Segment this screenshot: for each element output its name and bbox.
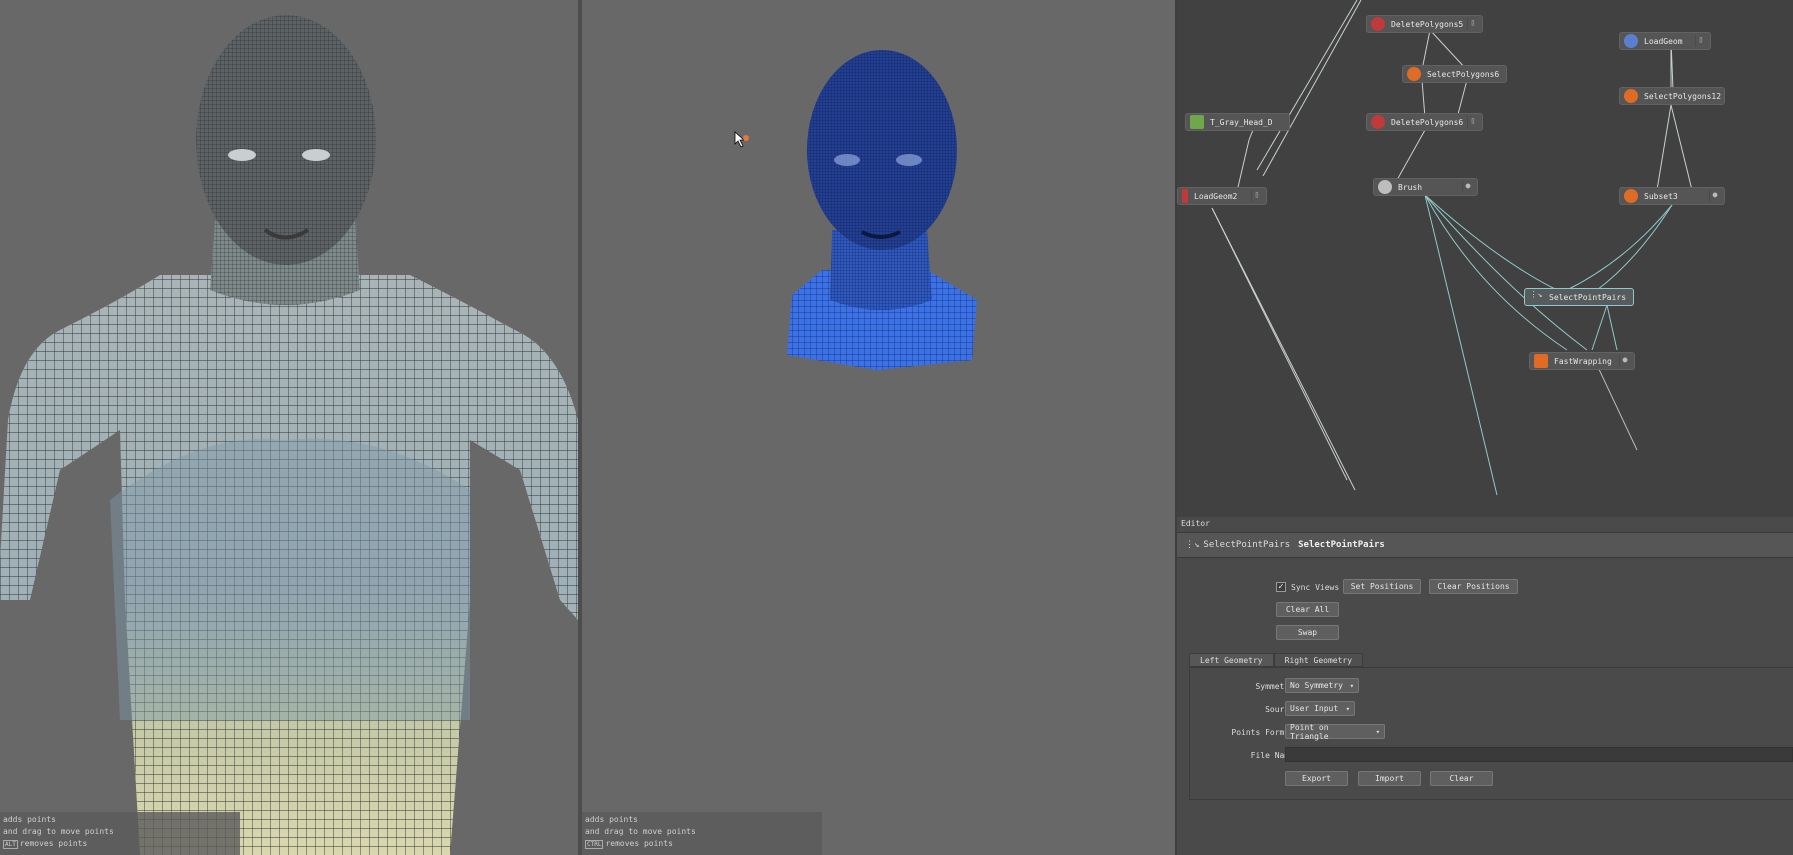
node-visibility-icon[interactable]: ●: [1462, 181, 1473, 193]
editor-panel: Editor ⋮↘ SelectPointPairs SelectPointPa…: [1177, 517, 1793, 855]
delete-polygons-icon: [1371, 115, 1385, 129]
node-toggle[interactable]: ▯: [1467, 18, 1478, 30]
node-label: LoadGeom2: [1194, 191, 1238, 201]
right-viewport[interactable]: adds points and drag to move points CTRL…: [582, 0, 1175, 855]
hint-text: removes points: [19, 839, 88, 848]
points-format-value: Point on Triangle: [1290, 722, 1329, 741]
set-positions-button[interactable]: Set Positions: [1343, 579, 1421, 594]
hint-line: and drag to move points: [585, 827, 696, 836]
source-select[interactable]: User Input ▾: [1285, 701, 1355, 716]
node-label: FastWrapping: [1554, 356, 1612, 366]
delete-polygons-icon: [1371, 17, 1385, 31]
node-load-geom-2[interactable]: LoadGeom2 ▯: [1177, 187, 1267, 205]
node-label: DeletePolygons6: [1391, 117, 1464, 127]
geometry-tabs: Left Geometry Right Geometry: [1189, 653, 1364, 667]
chevron-down-icon: ▾: [1345, 704, 1350, 713]
hint-key: ALT: [3, 840, 18, 849]
node-label: SelectPolygons12: [1644, 91, 1722, 101]
node-label: LoadGeom: [1644, 36, 1683, 46]
node-fast-wrapping[interactable]: FastWrapping ●: [1529, 352, 1635, 370]
file-name-label: File Name: [1250, 751, 1294, 760]
clear-positions-button[interactable]: Clear Positions: [1429, 579, 1518, 594]
hint-line: ALT removes points: [3, 838, 237, 850]
export-button[interactable]: Export: [1285, 771, 1348, 786]
load-geom-icon: [1624, 34, 1638, 48]
node-delete-polygons-5[interactable]: DeletePolygons5 ▯: [1366, 15, 1483, 33]
node-label: DeletePolygons5: [1391, 19, 1464, 29]
editor-title: Editor: [1181, 519, 1210, 528]
select-polygons-icon: [1624, 89, 1638, 103]
swap-button[interactable]: Swap: [1276, 625, 1339, 640]
node-label: Brush: [1398, 182, 1423, 192]
node-graph[interactable]: DeletePolygons5 ▯ SelectPolygons6 Delete…: [1177, 0, 1793, 517]
body-mesh-model: [0, 15, 578, 855]
node-visibility-icon[interactable]: ●: [1619, 355, 1630, 367]
node-select-polygons-12[interactable]: SelectPolygons12: [1619, 87, 1725, 105]
symmetry-select[interactable]: No Symmetry ▾: [1285, 678, 1359, 693]
node-toggle[interactable]: ▯: [1251, 190, 1262, 202]
node-toggle[interactable]: ▯: [1467, 116, 1478, 128]
file-name-input[interactable]: [1285, 747, 1793, 762]
tab-left-geometry[interactable]: Left Geometry: [1189, 653, 1274, 667]
left-viewport[interactable]: adds points and drag to move points ALT r…: [0, 0, 578, 855]
hint-key: CTRL: [585, 840, 604, 849]
editor-node-header: ⋮↘ SelectPointPairs SelectPointPairs: [1177, 532, 1793, 558]
node-label: Subset3: [1644, 191, 1678, 201]
chevron-down-icon: ▾: [1349, 681, 1354, 690]
node-select-point-pairs[interactable]: ⋮↘ SelectPointPairs: [1524, 288, 1634, 306]
select-point-pairs-icon: ⋮↘: [1529, 290, 1543, 299]
subset-icon: [1624, 189, 1638, 203]
chevron-down-icon: ▾: [1375, 727, 1380, 736]
hint-line: CTRL removes points: [585, 838, 819, 850]
symmetry-label: Symmetry: [1255, 682, 1294, 691]
hint-line: and drag to move points: [3, 827, 114, 836]
node-visibility-icon[interactable]: ●: [1709, 190, 1720, 202]
head-mesh-model: [787, 50, 977, 370]
select-polygons-icon: [1407, 67, 1421, 81]
node-label: SelectPointPairs: [1549, 292, 1627, 302]
symmetry-value: No Symmetry: [1290, 681, 1343, 690]
node-t-gray-head[interactable]: T_Gray_Head_D: [1185, 113, 1290, 131]
viewport-hints: adds points and drag to move points ALT r…: [0, 812, 240, 855]
node-label: SelectPolygons6: [1427, 69, 1500, 79]
texture-icon: [1190, 115, 1204, 129]
source-label: Source: [1265, 705, 1294, 714]
clear-button[interactable]: Clear: [1430, 771, 1493, 786]
hint-line: adds points: [585, 815, 638, 824]
brush-icon: [1378, 180, 1392, 194]
cursor-icon: [734, 131, 749, 148]
node-delete-polygons-6[interactable]: DeletePolygons6 ▯: [1366, 113, 1483, 131]
node-subset-3[interactable]: Subset3 ●: [1619, 187, 1725, 205]
select-point-pairs-icon: ⋮↘: [1185, 540, 1200, 550]
sync-views-checkbox[interactable]: ✓: [1276, 582, 1286, 592]
source-value: User Input: [1290, 704, 1339, 713]
hint-text: removes points: [605, 839, 673, 848]
points-format-select[interactable]: Point on Triangle ▾: [1285, 722, 1385, 741]
load-geom-icon: [1182, 189, 1188, 203]
points-format-label: Points Format: [1231, 728, 1294, 737]
node-select-polygons-6[interactable]: SelectPolygons6: [1402, 65, 1507, 83]
node-toggle[interactable]: ▯: [1695, 35, 1706, 47]
clear-all-button[interactable]: Clear All: [1276, 602, 1339, 617]
node-type: SelectPointPairs: [1203, 540, 1291, 550]
hint-line: adds points: [3, 815, 56, 824]
node-label: T_Gray_Head_D: [1210, 117, 1273, 127]
viewport-hints: adds points and drag to move points CTRL…: [582, 812, 822, 855]
import-button[interactable]: Import: [1358, 771, 1421, 786]
sync-views-label: Sync Views: [1291, 583, 1340, 592]
tab-right-geometry[interactable]: Right Geometry: [1273, 653, 1364, 667]
fast-wrapping-icon: [1534, 354, 1548, 368]
node-load-geom[interactable]: LoadGeom ▯: [1619, 32, 1711, 50]
node-brush[interactable]: Brush ●: [1373, 178, 1478, 196]
node-name: SelectPointPairs: [1298, 540, 1385, 550]
